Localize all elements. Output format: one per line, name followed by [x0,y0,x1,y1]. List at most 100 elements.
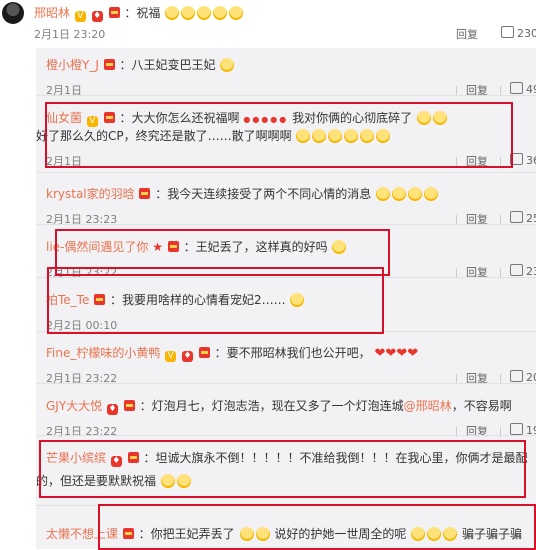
thumbs-up-icon [510,423,523,435]
reply-text-continued: 我对你俩的心彻底碎了 [292,111,413,125]
emoji-icon [344,129,359,143]
reply-button[interactable]: 回复 [456,26,478,42]
reply-username[interactable]: 柏Te_Te [46,293,89,307]
emoji-icon [392,187,407,201]
emoji-icon [255,527,270,541]
reply-text: ：坦诚大旗永不倒！！！！！不准给我倒！！！在我心里，你俩才是最配 [143,451,528,465]
heart-icon: ❤ [385,346,397,361]
emoji-icon [427,527,442,541]
heart-icon: ●●●●● [243,115,289,124]
like-button[interactable]: 257 [510,211,536,225]
emoji-icon [424,187,439,201]
reply-username[interactable]: krystal家的羽晗 [46,187,135,201]
comment-date: 2月1日 23:20 [34,28,106,41]
fan-badge-icon [139,188,151,199]
reply-text: ：王妃丢了，这样真的好吗 [183,240,328,254]
reply-text: ：我要用啥样的心情看宠妃2…… [110,293,286,307]
emoji-icon [229,6,244,20]
vip-icon: ♦ [182,351,194,362]
emoji-icon [165,6,180,20]
reply-text-continued: 骗子骗子骗 [462,527,523,541]
reply-username[interactable]: 芒果小缤缤 [46,451,106,465]
divider [36,331,536,332]
heart-icon: ❤ [374,346,386,361]
reply-list: 橙小橙Y_J ：八王妃变巴王妃 2月1日 回复 499 仙女菌 V ：大大你怎么… [36,48,536,549]
divider [36,383,536,384]
reply-username[interactable]: GJY大大悦 [46,399,102,413]
reply-username[interactable]: Fine_柠檬味的小黄鸭 [46,346,160,360]
thumbs-up-icon [510,264,523,276]
emoji-icon [213,6,228,20]
reply-text: ：我今天连续接受了两个不同心情的消息 [155,187,372,201]
reply-date: 2月1日 23:22 [46,425,118,438]
vip-icon: ♦ [107,404,118,415]
emoji-icon [408,187,423,201]
mention-link[interactable]: @邢昭林 [404,399,452,413]
emoji-icon [328,129,343,143]
comment-username[interactable]: 邢昭林 [34,6,70,20]
vip-icon: ♦ [110,456,122,467]
emoji-icon [296,129,311,143]
reply-text: ：你把王妃弄丢了 [138,527,235,541]
reply-text-continued: 的，但还是要默默祝福 [36,474,157,488]
verified-icon: V [165,351,177,362]
emoji-icon [376,187,391,201]
heart-icon: ❤ [407,346,419,361]
like-button[interactable]: 361 [510,153,536,167]
fan-badge-icon [123,400,135,411]
fan-badge-icon [103,59,115,70]
divider [36,505,536,506]
reply-username[interactable]: lie-偶然间遇见了你 [46,240,148,254]
reply-text: ：要不邢昭林我们也公开吧， [214,346,371,360]
emoji-icon [360,129,375,143]
fan-badge-icon [94,294,106,305]
emoji-icon [432,111,447,125]
reply-username[interactable]: 橙小橙Y_J [46,58,99,72]
avatar[interactable] [2,2,24,24]
emoji-icon [290,293,305,307]
divider [36,224,536,225]
emoji-icon [239,527,254,541]
heart-icon: ❤ [396,346,408,361]
thumbs-up-icon [510,153,523,165]
emoji-icon [181,6,196,20]
fan-badge-icon [127,452,139,463]
verified-icon: V [74,11,86,22]
emoji-icon [176,474,191,488]
reply-date: 2月1日 [46,155,82,168]
thumbs-up-icon [510,211,523,223]
like-button[interactable]: 499 [510,82,536,96]
reply-text: ：大大你怎么还祝福啊 [119,111,240,125]
reply-username[interactable]: 太懒不想上课 [46,527,118,541]
reply-username[interactable]: 仙女菌 [46,111,82,125]
divider [36,95,536,96]
like-button[interactable]: 234 [510,264,536,278]
emoji-icon [416,111,431,125]
reply-text-continued: 好了那么久的CP，终究还是散了……散了啊啊啊 [36,129,292,143]
thumbs-up-icon [510,370,523,382]
reply-text: ：八王妃变巴王妃 [119,58,216,72]
reply-text-continued: ，不容易啊 [451,399,512,413]
vip-icon: ♦ [91,11,103,22]
reply-text-continued: 说好的护她一世周全的呢 [274,527,407,541]
divider [36,435,536,436]
reply-button[interactable]: 回复 [466,423,488,439]
reply-button[interactable]: 回复 [466,153,488,169]
emoji-icon [160,474,175,488]
divider [456,157,457,167]
thumbs-up-icon [510,82,523,94]
emoji-icon [312,129,327,143]
emoji-icon [411,527,426,541]
star-icon: ★ [152,240,163,254]
emoji-icon [197,6,212,20]
divider [36,277,536,278]
reply-text: ：灯泡月七，灯泡志浩，现在又多了一个灯泡连城 [139,399,404,413]
like-button[interactable]: 230 [501,26,536,40]
fan-badge-icon [103,112,115,123]
like-button[interactable]: 202 [510,370,536,384]
emoji-icon [376,129,391,143]
fan-badge-icon [108,7,120,18]
main-comment: 邢昭林 V ♦ ：祝福 2月1日 23:20 回复 230 [0,0,536,50]
emoji-icon [443,527,458,541]
comment-text: ：祝福 [124,6,161,20]
